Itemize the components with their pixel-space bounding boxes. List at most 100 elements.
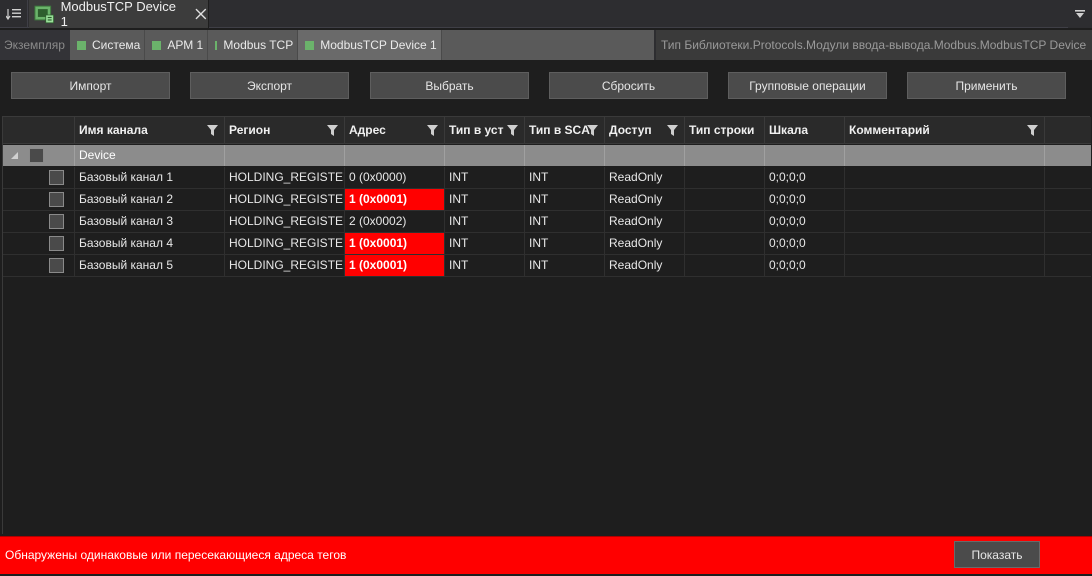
- cell-address-conflict[interactable]: 1 (0x0001): [345, 189, 445, 210]
- cell-scada-type[interactable]: INT: [525, 255, 605, 276]
- cell-access[interactable]: ReadOnly: [605, 167, 685, 188]
- export-button[interactable]: Экспорт: [190, 72, 349, 99]
- cell-region[interactable]: HOLDING_REGISTERS: [225, 233, 345, 254]
- cell-device-type[interactable]: INT: [445, 255, 525, 276]
- cell-name[interactable]: Базовый канал 2: [75, 189, 225, 210]
- filter-icon[interactable]: [507, 125, 518, 136]
- toolbar: Импорт Экспорт Выбрать Сбросить Групповы…: [0, 62, 1092, 110]
- cell-address[interactable]: 2 (0x0002): [345, 211, 445, 232]
- cell-scada-type[interactable]: INT: [525, 167, 605, 188]
- cell-region[interactable]: HOLDING_REGISTERS: [225, 189, 345, 210]
- close-icon[interactable]: [194, 7, 208, 21]
- cell-scada-type[interactable]: INT: [525, 211, 605, 232]
- show-button[interactable]: Показать: [954, 541, 1040, 568]
- tab-list-icon[interactable]: [5, 6, 22, 22]
- filter-icon[interactable]: [427, 125, 438, 136]
- table-row[interactable]: Базовый канал 3 HOLDING_REGISTERS 2 (0x0…: [3, 211, 1091, 233]
- cell-address[interactable]: 0 (0x0000): [345, 167, 445, 188]
- select-button[interactable]: Выбрать: [370, 72, 529, 99]
- breadcrumb-item-modbus-tcp[interactable]: Modbus TCP: [208, 30, 299, 60]
- apply-button[interactable]: Применить: [907, 72, 1066, 99]
- filter-icon[interactable]: [327, 125, 338, 136]
- grid-header: Имя канала Регион Адрес Тип в уст Тип в …: [3, 117, 1091, 144]
- cell-string-type[interactable]: [685, 233, 765, 254]
- breadcrumb-item-arm[interactable]: АРМ 1: [145, 30, 209, 60]
- cell-access[interactable]: ReadOnly: [605, 189, 685, 210]
- table-row[interactable]: Базовый канал 1 HOLDING_REGISTERS 0 (0x0…: [3, 167, 1091, 189]
- cell-device-type[interactable]: INT: [445, 167, 525, 188]
- cell-device-type[interactable]: INT: [445, 211, 525, 232]
- cell-scale[interactable]: 0;0;0;0: [765, 189, 845, 210]
- header-label: Доступ: [609, 123, 652, 137]
- cell-name[interactable]: Базовый канал 4: [75, 233, 225, 254]
- group-cell: [605, 145, 685, 166]
- group-operations-button[interactable]: Групповые операции: [728, 72, 887, 99]
- filter-icon[interactable]: [1027, 125, 1038, 136]
- cell-name[interactable]: Базовый канал 3: [75, 211, 225, 232]
- filter-icon[interactable]: [667, 125, 678, 136]
- cell-scale[interactable]: 0;0;0;0: [765, 167, 845, 188]
- cell-device-type[interactable]: INT: [445, 233, 525, 254]
- header-comment[interactable]: Комментарий: [845, 117, 1045, 144]
- cell-device-type[interactable]: INT: [445, 189, 525, 210]
- select-cell: [3, 189, 75, 210]
- table-row[interactable]: Базовый канал 4 HOLDING_REGISTERS 1 (0x0…: [3, 233, 1091, 255]
- status-message: Обнаружены одинаковые или пересекающиеся…: [5, 548, 347, 562]
- filter-icon[interactable]: [587, 125, 598, 136]
- cell-string-type[interactable]: [685, 255, 765, 276]
- row-checkbox[interactable]: [49, 236, 64, 251]
- cell-address-conflict[interactable]: 1 (0x0001): [345, 233, 445, 254]
- row-checkbox[interactable]: [49, 214, 64, 229]
- cell-scale[interactable]: 0;0;0;0: [765, 211, 845, 232]
- tab-modbus-device[interactable]: ModbusTCP Device 1: [29, 0, 209, 29]
- row-checkbox[interactable]: [49, 170, 64, 185]
- cell-string-type[interactable]: [685, 167, 765, 188]
- header-label: Имя канала: [79, 123, 148, 137]
- cell-scada-type[interactable]: INT: [525, 233, 605, 254]
- header-scale[interactable]: Шкала: [765, 117, 845, 144]
- collapse-icon[interactable]: [11, 152, 18, 159]
- filter-icon[interactable]: [207, 125, 218, 136]
- cell-comment[interactable]: [845, 189, 1045, 210]
- cell-region[interactable]: HOLDING_REGISTERS: [225, 167, 345, 188]
- header-region[interactable]: Регион: [225, 117, 345, 144]
- header-access[interactable]: Доступ: [605, 117, 685, 144]
- cell-comment[interactable]: [845, 233, 1045, 254]
- cell-scale[interactable]: 0;0;0;0: [765, 233, 845, 254]
- cell-string-type[interactable]: [685, 189, 765, 210]
- cell-name[interactable]: Базовый канал 1: [75, 167, 225, 188]
- cell-scale[interactable]: 0;0;0;0: [765, 255, 845, 276]
- cell-region[interactable]: HOLDING_REGISTERS: [225, 255, 345, 276]
- reset-button[interactable]: Сбросить: [549, 72, 708, 99]
- row-checkbox[interactable]: [49, 192, 64, 207]
- header-device-type[interactable]: Тип в уст: [445, 117, 525, 144]
- table-row[interactable]: Базовый канал 2 HOLDING_REGISTERS 1 (0x0…: [3, 189, 1091, 211]
- cell-comment[interactable]: [845, 211, 1045, 232]
- dropdown-icon[interactable]: [1074, 8, 1086, 20]
- cell-scada-type[interactable]: INT: [525, 189, 605, 210]
- cell-name[interactable]: Базовый канал 5: [75, 255, 225, 276]
- tab-overflow-button[interactable]: [1068, 0, 1092, 28]
- cell-access[interactable]: ReadOnly: [605, 255, 685, 276]
- cell-comment[interactable]: [845, 167, 1045, 188]
- import-button[interactable]: Импорт: [11, 72, 170, 99]
- header-select-column: [3, 117, 75, 144]
- cell-string-type[interactable]: [685, 211, 765, 232]
- cell-region[interactable]: HOLDING_REGISTERS: [225, 211, 345, 232]
- header-address[interactable]: Адрес: [345, 117, 445, 144]
- header-name[interactable]: Имя канала: [75, 117, 225, 144]
- cell-comment[interactable]: [845, 255, 1045, 276]
- cell-access[interactable]: ReadOnly: [605, 211, 685, 232]
- breadcrumb-item-system[interactable]: Система: [70, 30, 146, 60]
- breadcrumb-item-label: Система: [92, 38, 141, 52]
- cell-access[interactable]: ReadOnly: [605, 233, 685, 254]
- tab-list-button[interactable]: [0, 0, 28, 28]
- group-checkbox[interactable]: [29, 148, 44, 163]
- table-row[interactable]: Базовый канал 5 HOLDING_REGISTERS 1 (0x0…: [3, 255, 1091, 277]
- row-checkbox[interactable]: [49, 258, 64, 273]
- header-scada-type[interactable]: Тип в SCA: [525, 117, 605, 144]
- header-string-type[interactable]: Тип строки: [685, 117, 765, 144]
- group-row-device[interactable]: Device: [3, 145, 1091, 166]
- cell-address-conflict[interactable]: 1 (0x0001): [345, 255, 445, 276]
- breadcrumb-item-device[interactable]: ModbusTCP Device 1: [298, 30, 442, 60]
